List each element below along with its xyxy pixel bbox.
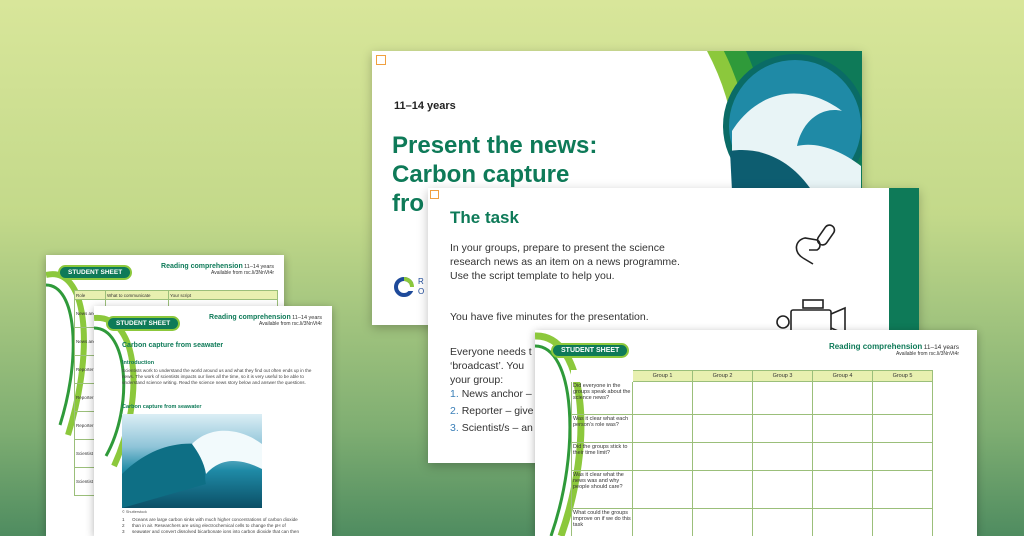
sheet-available: Available from rsc.li/3NnVt4r bbox=[211, 270, 274, 276]
sheet-header: Reading comprehension 11–14 years Availa… bbox=[209, 314, 322, 327]
logo-text-2: O bbox=[418, 287, 425, 296]
sheet-available: Available from rsc.li/3NnVt4r bbox=[259, 321, 322, 327]
task-heading: The task bbox=[450, 208, 519, 227]
wave-graphic bbox=[122, 430, 262, 508]
question-cell: Did the groups stick to their time limit… bbox=[571, 442, 633, 471]
sheet-available: Available from rsc.li/3NnVt4r bbox=[896, 351, 959, 357]
title-line-2: Carbon capture bbox=[392, 161, 570, 188]
sheet-header-age: 11–14 years bbox=[923, 344, 959, 351]
sheet-header-title: Reading comprehension bbox=[828, 342, 923, 351]
column-header: Role bbox=[74, 290, 106, 300]
wave-image bbox=[122, 414, 262, 508]
article-title: Carbon capture from seawater bbox=[122, 342, 224, 349]
column-header: What to communicate bbox=[105, 290, 169, 300]
slide-marker bbox=[376, 55, 386, 65]
student-sheet-badge: STUDENT SHEET bbox=[551, 343, 630, 358]
line-text: than in air. Researchers are using elect… bbox=[132, 523, 286, 529]
task-para-2: You have five minutes for the presentati… bbox=[450, 311, 649, 323]
line-text: Oceans are large carbon sinks with much … bbox=[132, 517, 298, 522]
sheet-header-title: Reading comprehension bbox=[209, 314, 291, 321]
role-text: News anchor – bbox=[461, 388, 532, 400]
role-item: 3. Scientist/s – an bbox=[450, 420, 533, 437]
role-text: Scientist/s – an bbox=[461, 422, 533, 434]
slide-marker bbox=[430, 190, 439, 199]
image-credit: © Shutterstock bbox=[122, 510, 147, 514]
question-cell: Was it clear what each person’s role was… bbox=[571, 414, 633, 443]
empty-corner bbox=[571, 370, 633, 382]
question-cell: Did everyone in the groups speak about t… bbox=[571, 381, 633, 415]
question-cell: Was it clear what the news was and why p… bbox=[571, 470, 633, 509]
role-number: 3. bbox=[450, 422, 459, 434]
column-header: Group 5 bbox=[872, 370, 933, 382]
intro-heading: Introduction bbox=[122, 360, 155, 366]
sheet-header: Reading comprehension 11–14 years Availa… bbox=[161, 263, 274, 276]
title-line-1: Present the news: bbox=[392, 132, 598, 159]
article-lines: 1 Oceans are large carbon sinks with much… bbox=[122, 517, 328, 536]
evaluation-table: Group 1 Group 2 Group 3 Group 4 Group 5 … bbox=[571, 370, 933, 536]
task-para-3-line-1: Everyone needs t bbox=[450, 346, 532, 358]
article-line: 3 seawater and convert dissolved bicarbon… bbox=[122, 529, 328, 535]
sheet-header-title: Reading comprehension bbox=[161, 263, 243, 270]
role-number: 1. bbox=[450, 388, 459, 400]
rsc-logo: R O bbox=[394, 277, 424, 302]
task-para-1: In your groups, prepare to present the s… bbox=[450, 242, 680, 282]
column-header: Group 3 bbox=[752, 370, 813, 382]
microphone-hand-icon bbox=[795, 224, 836, 265]
question-cell: What could the groups improve on if we d… bbox=[571, 508, 633, 536]
task-para-3-line-2: ‘broadcast’. You bbox=[450, 360, 525, 372]
role-item: 1. News anchor – bbox=[450, 386, 533, 403]
task-para-3: Everyone needs t ‘broadcast’. You your g… bbox=[450, 345, 532, 387]
student-sheet-badge: STUDENT SHEET bbox=[106, 316, 181, 331]
logo-text-1: R bbox=[418, 277, 424, 286]
subheading: Carbon capture from seawater bbox=[122, 404, 202, 410]
sheet-header: Reading comprehension 11–14 years Availa… bbox=[829, 342, 959, 357]
task-para-3-line-3: your group: bbox=[450, 374, 504, 386]
column-header: Group 1 bbox=[632, 370, 693, 382]
line-text: seawater and convert dissolved bicarbona… bbox=[132, 529, 300, 535]
student-sheet-article: STUDENT SHEET Reading comprehension 11–1… bbox=[94, 306, 332, 536]
intro-text: Scientists work to understand the world … bbox=[122, 368, 312, 386]
role-item: 2. Reporter – give bbox=[450, 403, 533, 420]
logo-icon bbox=[394, 277, 414, 297]
column-header: Group 2 bbox=[692, 370, 753, 382]
line-number: 3 bbox=[122, 529, 125, 535]
student-sheet-badge: STUDENT SHEET bbox=[58, 265, 133, 280]
role-number: 2. bbox=[450, 405, 459, 417]
column-header: Your script bbox=[168, 290, 278, 300]
roles-list: 1. News anchor – 2. Reporter – give 3. S… bbox=[450, 386, 533, 437]
age-label: 11–14 years bbox=[394, 100, 456, 112]
student-sheet-evaluation: STUDENT SHEET Reading comprehension 11–1… bbox=[535, 330, 977, 536]
column-header: Group 4 bbox=[812, 370, 873, 382]
role-text: Reporter – give bbox=[461, 405, 534, 417]
